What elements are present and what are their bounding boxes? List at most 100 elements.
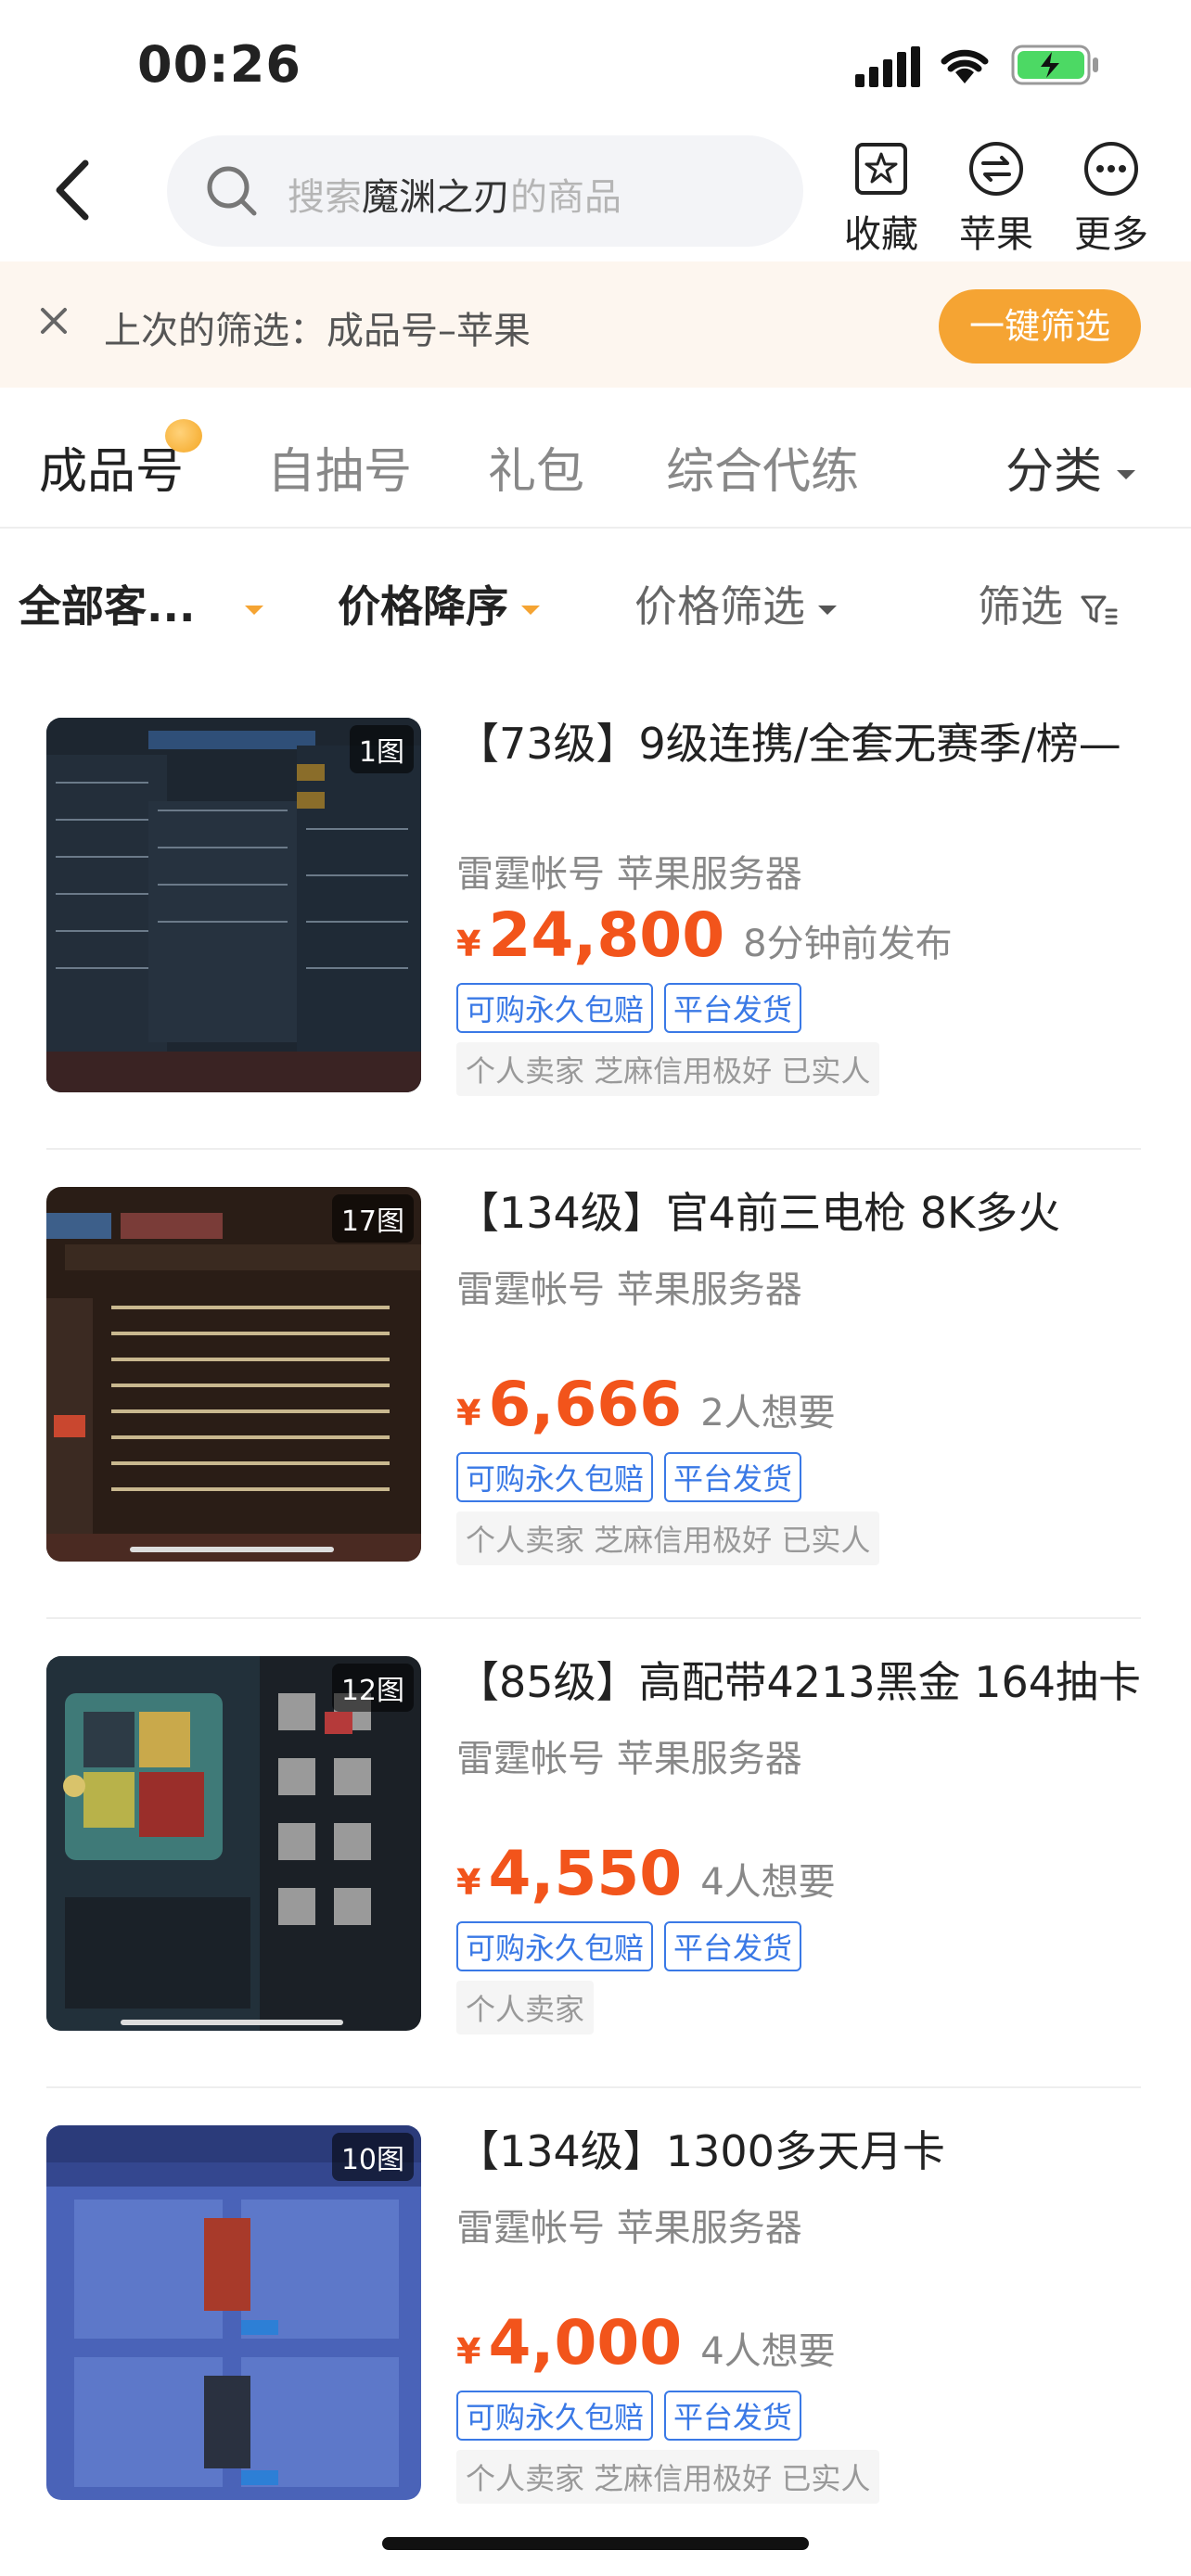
filter-funnel-icon [1081, 595, 1118, 624]
seller-info: 个人卖家 芝麻信用极好 已实人 [456, 1042, 880, 1096]
seller-info: 个人卖家 芝麻信用极好 已实人 [456, 1511, 880, 1565]
status-time: 00:26 [137, 35, 301, 94]
listing-thumbnail[interactable]: 10图 [46, 2125, 421, 2500]
category-dropdown[interactable]: 分类 [1000, 432, 1136, 502]
image-count-badge: 17图 [331, 1194, 414, 1243]
seller-info: 个人卖家 芝麻信用极好 已实人 [456, 2450, 880, 2504]
wifi-icon [941, 49, 989, 83]
listing-server: 雷霆帐号 苹果服务器 [456, 1738, 802, 1780]
search-input[interactable]: 搜索魔渊之刃的商品 [167, 135, 803, 247]
tag-permanent-guarantee: 可购永久包赔 [456, 983, 654, 1033]
tag-platform-delivery: 平台发货 [664, 983, 802, 1033]
listing-tags: 可购永久包赔 平台发货 [456, 1452, 813, 1502]
all-clients-label: 全部客... [19, 581, 196, 631]
price-value: 24,800 [488, 899, 725, 971]
listing-thumbnail[interactable]: 12图 [46, 1656, 421, 2031]
price-value: 6,666 [488, 1369, 683, 1440]
tab-boosting[interactable]: 综合代练 [666, 432, 859, 502]
image-count-badge: 1图 [349, 725, 414, 773]
listing-meta: 8分钟前发布 [743, 923, 953, 965]
star-bookmark-icon [855, 143, 907, 195]
search-keyword: 魔渊之刃 [362, 176, 510, 219]
listing-tags: 可购永久包赔 平台发货 [456, 983, 813, 1033]
game-screenshot-image [46, 718, 421, 1092]
price-desc-label: 价格降序 [338, 581, 508, 631]
currency-symbol: ¥ [456, 1862, 481, 1903]
last-filter-notice: 上次的筛选：成品号–苹果 一键筛选 [0, 261, 1191, 388]
tag-permanent-guarantee: 可购永久包赔 [456, 1452, 654, 1502]
chevron-down-icon [818, 605, 837, 615]
favorite-label: 收藏 [844, 213, 918, 256]
listing-thumbnail[interactable]: 1图 [46, 718, 421, 1092]
tag-platform-delivery: 平台发货 [664, 2391, 802, 2441]
more-button[interactable]: 更多 [1065, 139, 1158, 258]
filter-button[interactable]: 筛选 [978, 573, 1118, 634]
tab-gift-pack[interactable]: 礼包 [488, 432, 584, 502]
listing-price: ¥4,000 4人想要 [456, 2307, 836, 2378]
battery-icon [1011, 45, 1098, 85]
cellular-signal-icon [855, 46, 920, 87]
listing-item[interactable]: 10图 【134级】1300多天月卡 雷霆帐号 苹果服务器 ¥4,000 4人想要… [0, 2088, 1191, 2557]
image-count-badge: 12图 [331, 1664, 414, 1712]
seller-info: 个人卖家 [456, 1981, 595, 2034]
listing-server: 雷霆帐号 苹果服务器 [456, 853, 802, 896]
listing-title: 【134级】1300多天月卡 [456, 2126, 945, 2176]
tab-self-draw-account[interactable]: 自抽号 [267, 432, 412, 502]
status-bar: 00:26 [0, 0, 1191, 139]
chevron-down-icon [521, 605, 540, 615]
tag-platform-delivery: 平台发货 [664, 1921, 802, 1971]
game-screenshot-image [46, 1187, 421, 1562]
listing-title: 【85级】高配带4213黑金 164抽卡 [456, 1657, 1142, 1707]
game-screenshot-image [46, 1656, 421, 2031]
filter-label: 筛选 [978, 581, 1063, 631]
tab-finished-account[interactable]: 成品号 [39, 432, 184, 502]
listing-title: 【73级】9级连携/全套无赛季/榜— [456, 719, 1121, 769]
listing-tags: 可购永久包赔 平台发货 [456, 2391, 813, 2441]
price-value: 4,000 [488, 2307, 683, 2378]
listing-price: ¥24,800 8分钟前发布 [456, 899, 953, 971]
listing-item[interactable]: 17图 【134级】官4前三电枪 8K多火 雷霆帐号 苹果服务器 ¥6,666 2… [0, 1150, 1191, 1619]
listing-price: ¥6,666 2人想要 [456, 1369, 836, 1440]
listing-title: 【134级】官4前三电枪 8K多火 [456, 1188, 1061, 1238]
listing-price: ¥4,550 4人想要 [456, 1838, 836, 1909]
tab-badge-dot [165, 419, 202, 453]
chevron-down-icon [1117, 470, 1136, 479]
currency-symbol: ¥ [456, 2331, 481, 2372]
price-filter-dropdown[interactable]: 价格筛选 [634, 573, 837, 634]
listing-server: 雷霆帐号 苹果服务器 [456, 2207, 802, 2250]
last-filter-text: 上次的筛选：成品号–苹果 [104, 310, 531, 352]
sort-bar: 全部客... 价格降序 价格筛选 筛选 [0, 529, 1191, 658]
listing-item[interactable]: 12图 【85级】高配带4213黑金 164抽卡 雷霆帐号 苹果服务器 ¥4,5… [0, 1619, 1191, 2088]
listing-item[interactable]: 1图 【73级】9级连携/全套无赛季/榜— 雷霆帐号 苹果服务器 ¥24,800… [0, 681, 1191, 1150]
listing-meta: 4人想要 [700, 1861, 836, 1904]
chevron-down-icon [245, 605, 264, 615]
home-indicator[interactable] [382, 2537, 809, 2550]
image-count-badge: 10图 [331, 2133, 414, 2181]
listing-meta: 2人想要 [700, 1392, 836, 1435]
listing-thumbnail[interactable]: 17图 [46, 1187, 421, 1562]
price-filter-label: 价格筛选 [634, 581, 805, 631]
listing-meta: 4人想要 [700, 2330, 836, 2373]
price-value: 4,550 [488, 1838, 683, 1909]
favorite-button[interactable]: 收藏 [835, 139, 928, 258]
tag-platform-delivery: 平台发货 [664, 1452, 802, 1502]
listing-tags: 可购永久包赔 平台发货 [456, 1921, 813, 1971]
more-label: 更多 [1074, 213, 1148, 256]
one-click-filter-button[interactable]: 一键筛选 [939, 289, 1141, 363]
all-clients-dropdown[interactable]: 全部客... [19, 573, 264, 634]
currency-symbol: ¥ [456, 924, 481, 964]
apple-label: 苹果 [959, 213, 1033, 256]
tag-permanent-guarantee: 可购永久包赔 [456, 1921, 654, 1971]
close-icon[interactable] [35, 302, 72, 339]
currency-symbol: ¥ [456, 1393, 481, 1434]
game-screenshot-image [46, 2125, 421, 2500]
apple-server-button[interactable]: 苹果 [950, 139, 1043, 258]
price-desc-sort[interactable]: 价格降序 [338, 573, 540, 634]
more-dots-icon [1084, 142, 1138, 196]
back-chevron-icon[interactable] [46, 158, 102, 223]
category-tabs: 成品号 自抽号 礼包 综合代练 分类 [0, 388, 1191, 529]
category-label: 分类 [1005, 444, 1103, 500]
switch-arrows-icon [969, 142, 1023, 196]
tag-permanent-guarantee: 可购永久包赔 [456, 2391, 654, 2441]
search-placeholder: 搜索魔渊之刃的商品 [288, 176, 621, 219]
